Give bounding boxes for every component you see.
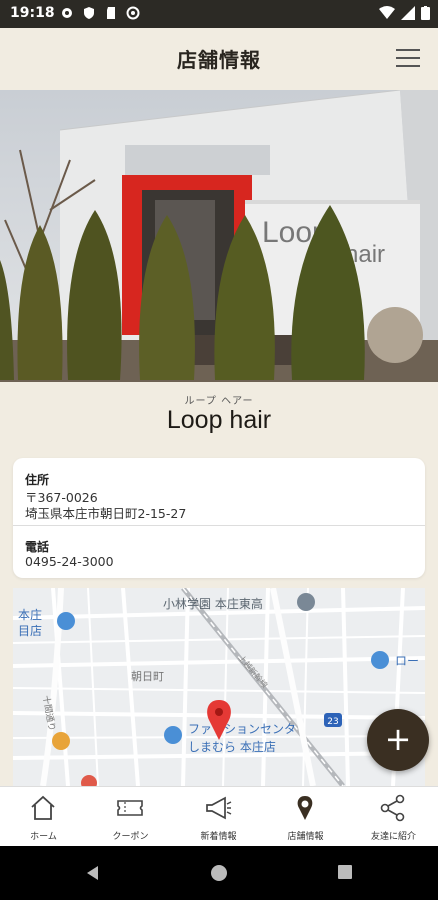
shield-icon — [84, 7, 94, 19]
status-icons-left — [60, 6, 140, 20]
school-poi-icon[interactable] — [297, 593, 315, 611]
shopping-poi-icon[interactable] — [57, 612, 75, 630]
app-header: 店舗情報 — [0, 28, 438, 90]
battery-icon — [421, 6, 430, 20]
address-text[interactable]: 埼玉県本庄市朝日町2-15-27 — [25, 503, 186, 522]
map-label-fashion-1: ファッションセンタ — [188, 722, 296, 736]
nav-label-home: ホーム — [30, 832, 57, 842]
phone-number[interactable]: 0495-24-3000 — [25, 554, 114, 569]
signal-icon — [401, 6, 415, 20]
map-label-ro: ロー — [395, 654, 419, 668]
shop-name-ruby: ループ ヘアー — [184, 396, 254, 407]
shop-photo: Loop hair — [0, 90, 438, 382]
shop-map[interactable]: 23 小林学園 本庄東高 本庄 目店 朝日町 ファッションセンタ しまむら 本庄… — [13, 588, 425, 786]
status-bar: 19:18 — [0, 0, 438, 28]
shop-name: Loop hair — [166, 406, 272, 434]
map-label-asahicho: 朝日町 — [131, 670, 164, 683]
phone-label: 電話 — [25, 540, 50, 554]
route-number: 23 — [327, 717, 338, 727]
system-navigation-bar — [0, 846, 438, 900]
nav-item-shop-info[interactable]: 店舗情報 — [262, 787, 349, 847]
menu-bar-top — [396, 49, 420, 51]
map-canvas[interactable]: 23 小林学園 本庄東高 本庄 目店 朝日町 ファッションセンタ しまむら 本庄… — [13, 588, 425, 786]
shop-info-card: 住所 〒367-0026 埼玉県本庄市朝日町2-15-27 電話 0495-24… — [13, 458, 425, 578]
recents-icon[interactable] — [337, 864, 353, 880]
trophy-poi-icon[interactable] — [52, 732, 70, 750]
nav-label-shop-info: 店舗情報 — [287, 832, 324, 842]
nav-label-share: 友達に紹介 — [370, 832, 416, 842]
nav-item-home[interactable]: ホーム — [0, 787, 87, 847]
card-divider — [13, 525, 425, 526]
settings-icon — [62, 8, 72, 18]
megaphone-icon — [206, 796, 232, 820]
hamburger-menu-button[interactable] — [396, 46, 422, 70]
wifi-icon — [379, 6, 395, 19]
share-icon — [380, 794, 405, 822]
coupon-icon — [117, 800, 143, 816]
menu-bar-middle — [396, 57, 420, 59]
nav-label-news: 新着情報 — [200, 832, 237, 842]
sd-card-icon — [107, 7, 115, 19]
at-icon — [126, 6, 140, 20]
map-label-school: 小林学園 本庄東高 — [163, 596, 263, 611]
nav-label-coupon: クーポン — [112, 832, 149, 842]
store-poi-icon[interactable] — [371, 651, 389, 669]
nav-item-share[interactable]: 友達に紹介 — [350, 787, 437, 847]
status-time: 19:18 — [10, 5, 55, 21]
nav-item-coupon[interactable]: クーポン — [87, 787, 174, 847]
back-icon[interactable] — [84, 864, 102, 882]
menu-bar-bottom — [396, 65, 420, 67]
location-pin-icon — [297, 796, 313, 820]
map-label-honjo-1: 本庄 — [18, 607, 42, 622]
map-label-honjo-2: 目店 — [18, 624, 42, 638]
fashion-poi-icon[interactable] — [164, 726, 182, 744]
bottom-nav: ホーム クーポン 新着情報 店舗情報 友達に紹介 — [0, 786, 438, 847]
address-label: 住所 — [25, 473, 50, 487]
shop-photo-image: Loop hair — [0, 90, 438, 382]
map-label-fashion-2: しまむら 本庄店 — [188, 739, 276, 754]
nav-item-news[interactable]: 新着情報 — [175, 787, 262, 847]
home-circle-icon[interactable] — [210, 864, 228, 882]
home-icon — [31, 795, 55, 820]
status-icons-right — [379, 6, 430, 20]
add-fab-button[interactable]: + — [367, 709, 429, 771]
page-title: 店舗情報 — [177, 48, 261, 72]
